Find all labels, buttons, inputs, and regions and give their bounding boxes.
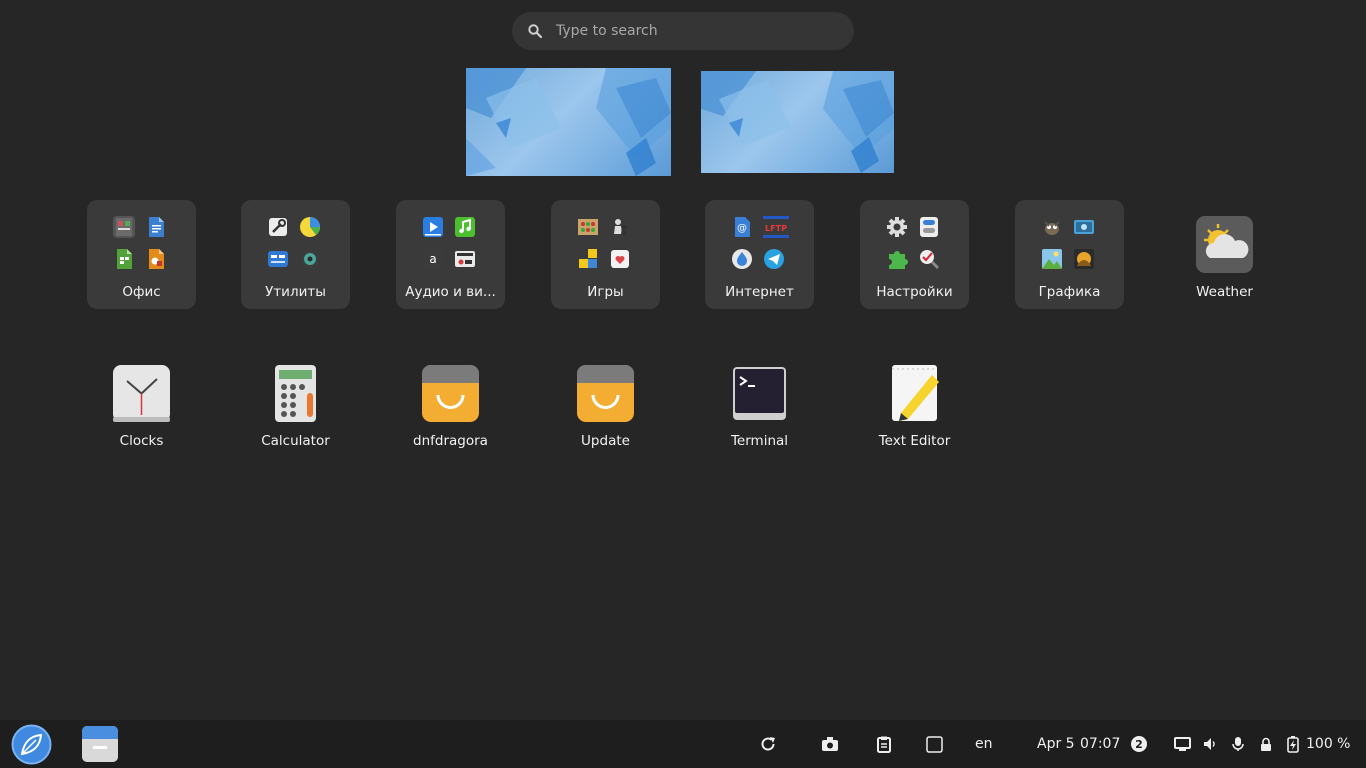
volume-icon[interactable] [1201,734,1219,754]
settings-tool-icon [267,216,289,238]
app-clocks[interactable]: Clocks [87,349,196,458]
app-label: Terminal [730,433,789,449]
package-bag-icon [422,365,479,422]
taskbar: en Apr 5 07:07 2 100 % [0,720,1366,768]
taskbar-app-window[interactable] [82,726,118,762]
app-dnfdragora[interactable]: dnfdragora [396,349,505,458]
workspace-indicator-icon[interactable] [924,734,944,754]
gimp-icon [1041,216,1063,238]
app-label: Weather [1196,284,1253,300]
folder-graphics[interactable]: Графика [1015,200,1124,309]
battery-percentage[interactable]: 100 % [1306,720,1350,768]
app-update[interactable]: Update [551,349,660,458]
weather-icon [1196,216,1253,273]
folder-audio-video[interactable]: a Аудио и ви... [396,200,505,309]
search-placeholder: Type to search [556,23,658,39]
cards-icon [609,248,631,270]
music-icon [454,216,476,238]
svg-text:LFTP: LFTP [765,224,787,233]
extensions-puzzle-icon [886,248,908,270]
video-player-icon [422,216,444,238]
terminal-icon [733,367,786,420]
chess-icon [609,216,631,238]
app-weather[interactable]: Weather [1170,200,1279,309]
battery-charging-icon [1286,734,1300,754]
search-icon [528,24,542,38]
search-bar[interactable]: Type to search [512,12,854,50]
folder-label: Утилиты [265,284,326,300]
telegram-icon [763,248,785,270]
office-app-icon [113,216,135,238]
clock-date[interactable]: Apr 5 [1037,720,1075,768]
refresh-icon[interactable] [758,734,778,754]
screenshot-icon [1073,216,1095,238]
lock-icon[interactable] [1257,734,1275,754]
writer-icon [145,216,167,238]
text-editor-icon [892,365,939,421]
svg-text:a: a [429,252,436,266]
app-label: dnfdragora [413,433,488,449]
folder-games[interactable]: Игры [551,200,660,309]
clock-icon [113,365,170,422]
app-label: Calculator [261,433,330,449]
notification-badge[interactable]: 2 [1131,736,1147,752]
window-app-icon [82,726,118,762]
svg-text:@: @ [737,223,747,234]
clock-time[interactable]: 07:07 [1080,720,1120,768]
game-board-icon [577,216,599,238]
clipboard-icon[interactable] [874,734,894,754]
inspect-icon [918,248,940,270]
folder-settings[interactable]: Настройки [860,200,969,309]
folder-label: Интернет [725,284,794,300]
folder-office[interactable]: Офис [87,200,196,309]
keyboard-layout[interactable]: en [975,720,993,768]
mail-icon: @ [731,216,753,238]
workspace-thumbnail-2[interactable] [701,71,894,173]
microphone-icon[interactable] [1229,734,1247,754]
folder-label: Настройки [876,284,953,300]
folder-internet[interactable]: @ LFTP Интернет [705,200,814,309]
calc-sheet-icon [113,248,135,270]
disks-icon [299,248,321,270]
photo-editor-icon [1073,248,1095,270]
display-icon[interactable] [1173,734,1191,754]
lftp-icon: LFTP [763,216,789,238]
leaf-logo-icon [11,724,52,765]
app-text-editor[interactable]: Text Editor [860,349,969,458]
gear-icon [886,216,908,238]
app-label: Clocks [119,433,164,449]
folder-label: Аудио и ви... [405,284,496,300]
folder-utilities[interactable]: Утилиты [241,200,350,309]
impress-icon [145,248,167,270]
disk-usage-icon [299,216,321,238]
screenshot-camera-icon[interactable] [820,734,840,754]
folder-label: Игры [587,284,624,300]
folder-label: Графика [1038,284,1101,300]
folder-label: Офис [122,284,161,300]
system-monitor-icon [267,248,289,270]
package-bag-icon [577,365,634,422]
calculator-icon [275,365,316,422]
activities-button[interactable] [11,724,52,765]
app-label: Text Editor [878,433,951,449]
toggle-settings-icon [918,216,940,238]
image-viewer-icon [1041,248,1063,270]
app-label: Update [581,433,630,449]
drop-icon [731,248,753,270]
workspace-thumbnail-1[interactable] [466,68,671,176]
app-terminal[interactable]: Terminal [705,349,814,458]
audacious-icon: a [422,248,444,270]
app-calculator[interactable]: Calculator [241,349,350,458]
recorder-icon [454,248,476,270]
blocks-game-icon [577,248,599,270]
